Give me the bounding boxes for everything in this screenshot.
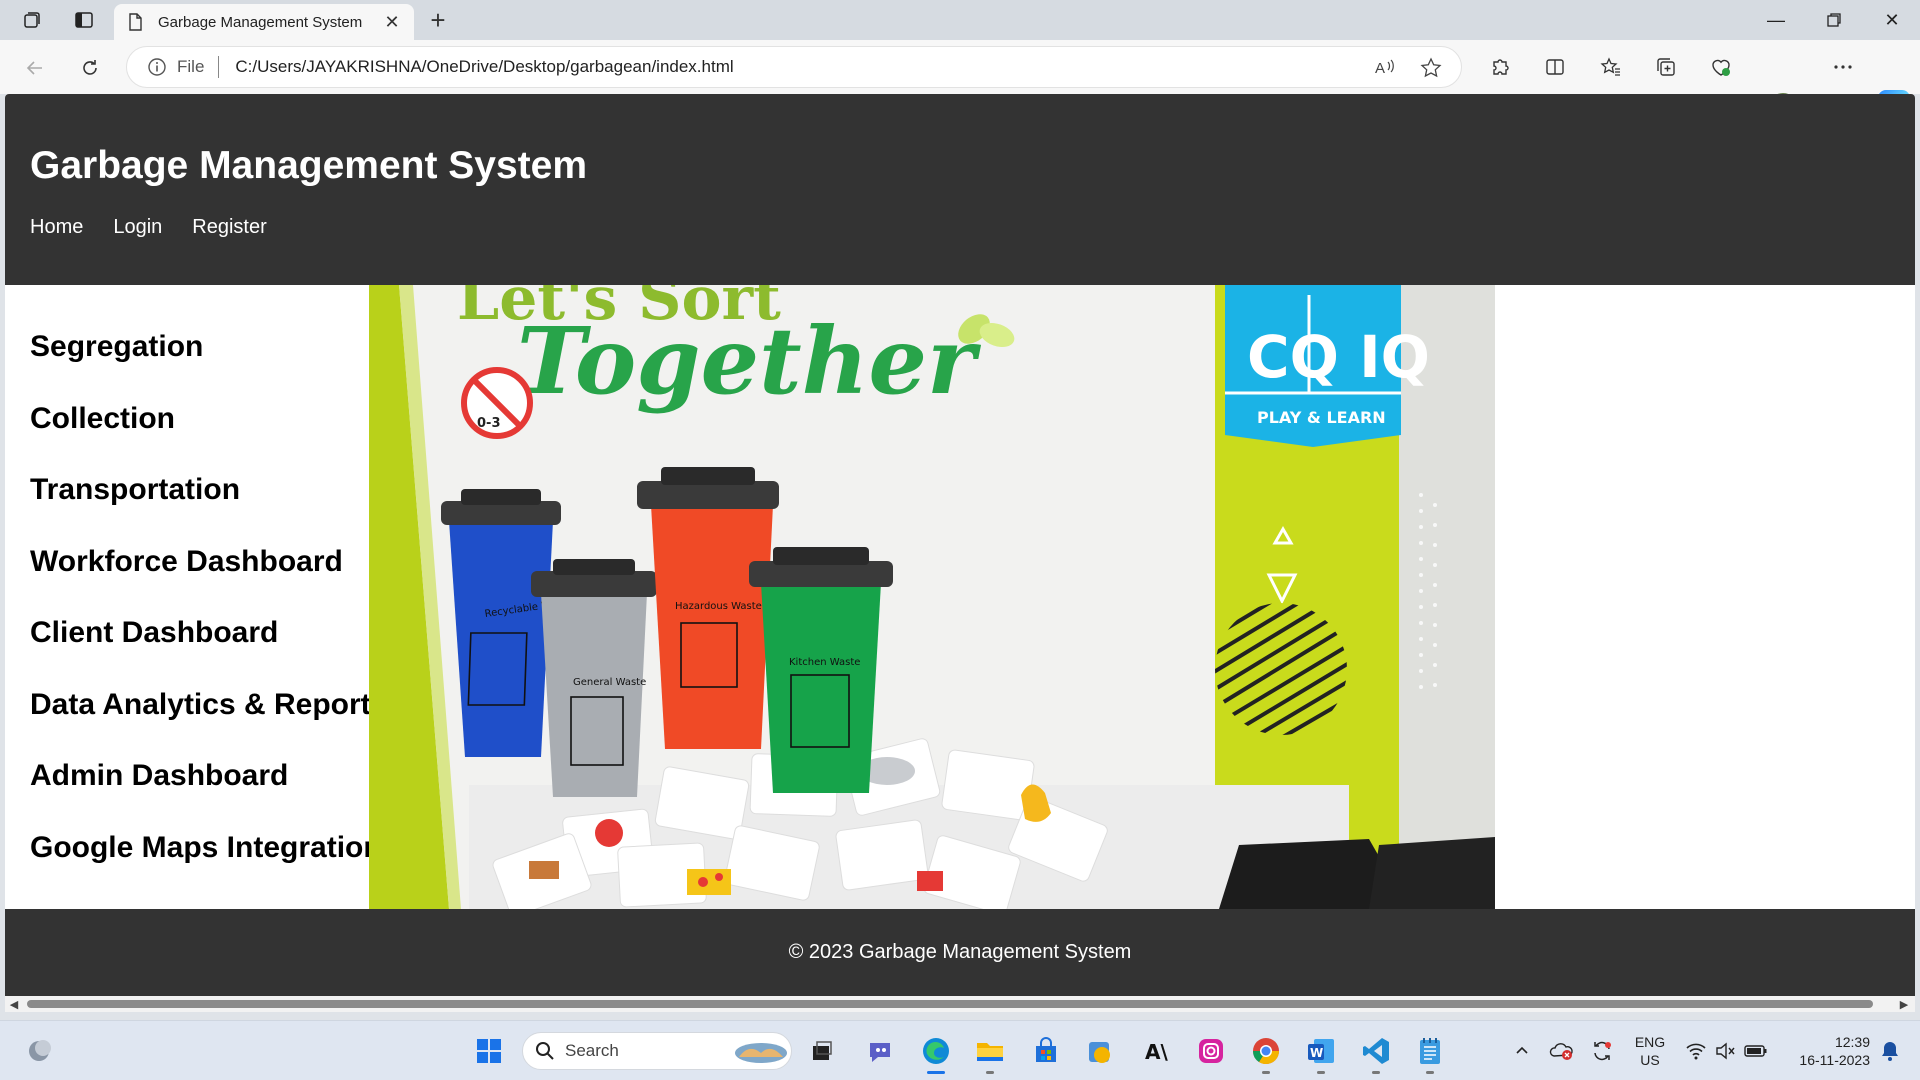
task-view-icon[interactable]: [806, 1035, 838, 1067]
collections-icon[interactable]: [1651, 52, 1681, 82]
show-hidden-icons-icon[interactable]: [1506, 1035, 1538, 1067]
search-highlight-icon: [735, 1043, 787, 1063]
chrome-open-indicator: [1262, 1071, 1270, 1074]
keyboard-region: US: [1640, 1052, 1660, 1068]
footer-copyright: © 2023 Garbage Management System: [788, 941, 1132, 963]
headline: Together: [517, 307, 982, 415]
sidebar-item-collection[interactable]: Collection: [30, 402, 387, 474]
sidebar-menu: Segregation Collection Transportation Wo…: [30, 330, 387, 902]
restore-button[interactable]: [1806, 4, 1862, 36]
scrollbar-thumb[interactable]: [27, 1000, 1873, 1008]
clock[interactable]: 12:39 16-11-2023: [1782, 1033, 1870, 1069]
nav-register-link[interactable]: Register: [192, 216, 266, 239]
photos-app-icon[interactable]: [1084, 1035, 1116, 1067]
notepad-icon[interactable]: [1414, 1035, 1446, 1067]
start-icon[interactable]: [473, 1035, 505, 1067]
minimize-button[interactable]: —: [1748, 4, 1804, 36]
vscode-open-indicator: [1372, 1071, 1380, 1074]
svg-text:A: A: [1375, 60, 1385, 77]
close-tab-icon[interactable]: ✕: [382, 12, 402, 33]
scheme-label: File: [177, 57, 205, 76]
more-options-icon[interactable]: [1828, 52, 1858, 82]
taskbar-search[interactable]: Search: [522, 1032, 792, 1070]
sync-icon[interactable]: [1586, 1035, 1618, 1067]
search-icon: [536, 1042, 554, 1060]
file-explorer-icon[interactable]: [974, 1035, 1006, 1067]
refresh-button[interactable]: [75, 53, 105, 83]
edge-browser-icon[interactable]: [920, 1035, 952, 1067]
clock-date: 16-11-2023: [1799, 1052, 1870, 1068]
scroll-left-icon[interactable]: ◀: [7, 998, 21, 1011]
notepad-open-indicator: [1426, 1071, 1434, 1074]
edge-active-indicator: [927, 1071, 945, 1074]
extensions-icon[interactable]: [1485, 52, 1515, 82]
site-footer: © 2023 Garbage Management System: [5, 909, 1915, 996]
read-aloud-icon[interactable]: A: [1373, 56, 1397, 80]
sidebar-item-google-maps-integration[interactable]: Google Maps Integration: [30, 831, 387, 903]
page-icon: [129, 13, 142, 31]
chrome-icon[interactable]: [1250, 1035, 1282, 1067]
back-button[interactable]: [20, 53, 50, 83]
explorer-open-indicator: [986, 1071, 994, 1074]
browser-toolbar: File C:/Users/JAYAKRISHNA/OneDrive/Deskt…: [0, 40, 1920, 123]
microsoft-store-icon[interactable]: [1030, 1035, 1062, 1067]
word-icon[interactable]: W: [1305, 1035, 1337, 1067]
url-text[interactable]: C:/Users/JAYAKRISHNA/OneDrive/Desktop/ga…: [235, 57, 1461, 77]
svg-text:0-3: 0-3: [477, 416, 501, 431]
site-nav: Home Login Register: [30, 216, 297, 239]
language-code: ENG: [1634, 1034, 1666, 1050]
sidebar-item-segregation[interactable]: Segregation: [30, 330, 387, 402]
wifi-icon[interactable]: [1680, 1035, 1712, 1067]
clock-time: 12:39: [1834, 1034, 1870, 1050]
tab-title: Garbage Management System: [158, 13, 363, 31]
nav-home-link[interactable]: Home: [30, 216, 83, 239]
brand-tagline: PLAY & LEARN: [1257, 408, 1386, 427]
font-app-icon[interactable]: A\: [1140, 1035, 1172, 1067]
scroll-right-icon[interactable]: ▶: [1897, 998, 1911, 1011]
favorite-star-icon[interactable]: [1419, 56, 1443, 80]
address-separator: [218, 56, 220, 78]
search-placeholder: Search: [565, 1041, 619, 1060]
brand-logo-text: CQ IQ: [1247, 323, 1430, 391]
svg-text:Kitchen Waste: Kitchen Waste: [789, 657, 860, 668]
battery-icon[interactable]: [1740, 1035, 1772, 1067]
svg-text:General Waste: General Waste: [573, 677, 646, 688]
browser-essentials-icon[interactable]: [1706, 52, 1736, 82]
notification-bell-icon[interactable]: [1874, 1035, 1906, 1067]
sidebar-item-data-analytics-reports[interactable]: Data Analytics & Reports: [30, 688, 387, 760]
svg-text:A\: A\: [1145, 1040, 1168, 1064]
new-tab-button[interactable]: +: [424, 6, 452, 34]
site-header: Garbage Management System Home Login Reg…: [5, 94, 1915, 285]
page-viewport: Garbage Management System Home Login Reg…: [5, 94, 1915, 996]
age-warning-badge: 0-3: [461, 367, 533, 439]
tab-active[interactable]: Garbage Management System ✕: [114, 4, 414, 40]
address-bar[interactable]: File C:/Users/JAYAKRISHNA/OneDrive/Deskt…: [126, 46, 1462, 88]
browser-tab-bar: Garbage Management System ✕ + — ✕: [0, 0, 1920, 40]
workspaces-icon[interactable]: [20, 8, 44, 32]
nav-login-link[interactable]: Login: [113, 216, 162, 239]
language-indicator[interactable]: ENG US: [1628, 1033, 1672, 1069]
hero-image: CQ IQ PLAY & LEARN Let's Sort Together 0…: [369, 285, 1495, 909]
teams-chat-icon[interactable]: [864, 1035, 896, 1067]
sidebar-item-admin-dashboard[interactable]: Admin Dashboard: [30, 759, 387, 831]
tab-actions-icon[interactable]: [72, 8, 96, 32]
site-title: Garbage Management System: [30, 144, 588, 187]
onedrive-error-icon[interactable]: [1546, 1035, 1578, 1067]
sidebar-item-transportation[interactable]: Transportation: [30, 473, 387, 545]
volume-muted-icon[interactable]: [1710, 1035, 1742, 1067]
word-open-indicator: [1317, 1071, 1325, 1074]
info-icon[interactable]: [147, 57, 167, 77]
favorites-icon[interactable]: [1596, 52, 1626, 82]
instagram-icon[interactable]: [1195, 1035, 1227, 1067]
taskbar: Search A\ W ENG US 12:39 16-11-2023: [0, 1020, 1920, 1080]
sidebar-item-client-dashboard[interactable]: Client Dashboard: [30, 616, 387, 688]
svg-text:Hazardous Waste: Hazardous Waste: [675, 601, 762, 612]
close-window-button[interactable]: ✕: [1864, 4, 1920, 36]
vscode-icon[interactable]: [1360, 1035, 1392, 1067]
split-screen-icon[interactable]: [1540, 52, 1570, 82]
svg-text:W: W: [1310, 1046, 1323, 1060]
sidebar-item-workforce-dashboard[interactable]: Workforce Dashboard: [30, 545, 387, 617]
widgets-icon[interactable]: [24, 1035, 56, 1067]
horizontal-scrollbar[interactable]: ◀ ▶: [5, 996, 1915, 1012]
